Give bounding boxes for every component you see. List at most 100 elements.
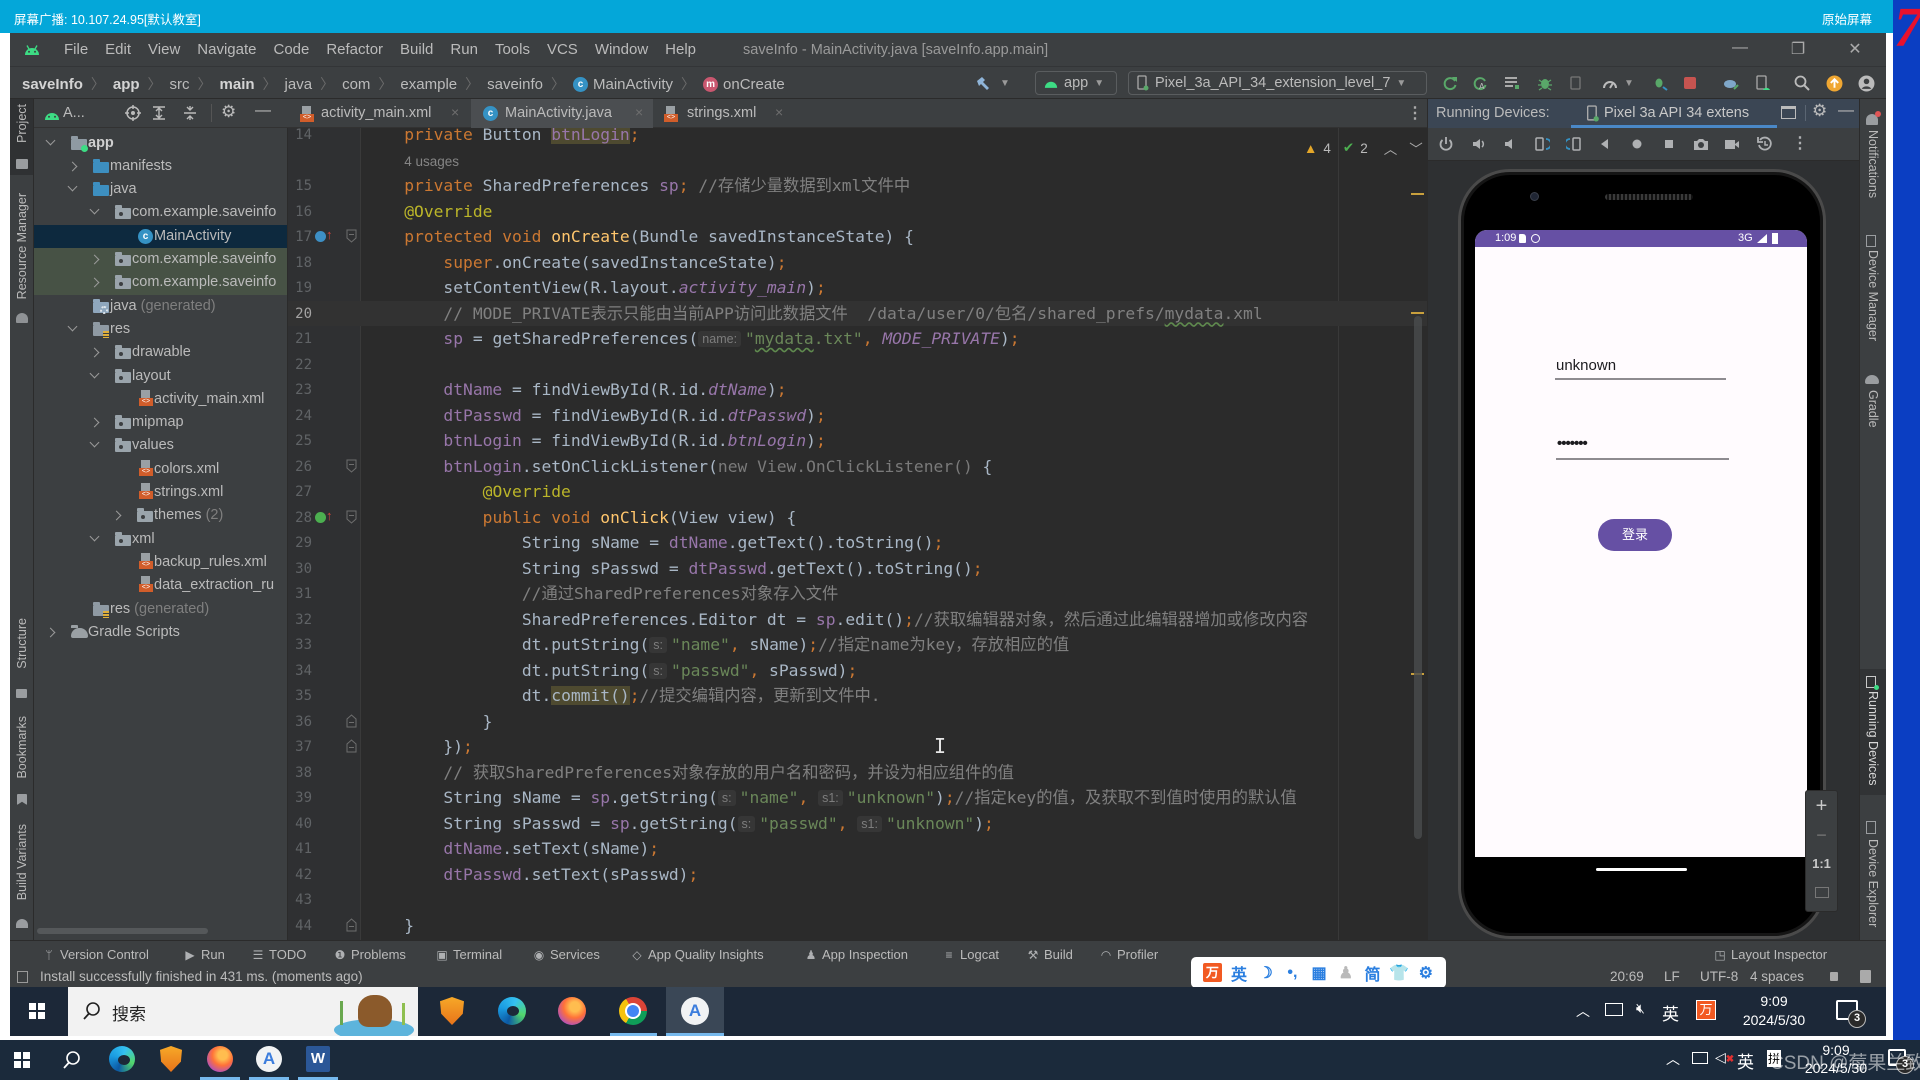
restore-button[interactable]: ❐	[1788, 39, 1808, 59]
more-tabs-icon[interactable]: ⋮	[1407, 103, 1423, 123]
code-line[interactable]: 22	[288, 352, 1427, 378]
tool-app-quality-insights[interactable]: ◇ App Quality Insights	[631, 947, 763, 962]
taskbar-search-box[interactable]: 搜索	[68, 987, 418, 1036]
code-line[interactable]: 20 // MODE_PRIVATE表示只能由当前APP访问此数据文件 /dat…	[288, 300, 1427, 326]
windows-start-icon[interactable]	[14, 1052, 30, 1068]
tree-item[interactable]: <> strings.xml	[34, 481, 287, 504]
breadcrumb-src[interactable]: src	[170, 76, 190, 93]
back-icon[interactable]	[1597, 136, 1613, 152]
code-line[interactable]: 44 }	[288, 913, 1427, 939]
fold-end-icon[interactable]	[346, 713, 357, 733]
tool-running-devices[interactable]: Running Devices	[1866, 691, 1880, 786]
word-icon[interactable]: W	[306, 1046, 330, 1072]
volume-muted-icon[interactable]: 🔇︎	[1636, 1000, 1645, 1017]
tool-windows-toggle-icon[interactable]	[17, 971, 28, 983]
actual-size-button[interactable]: 1:1	[1806, 849, 1837, 879]
security-app-icon[interactable]	[160, 1046, 182, 1072]
android-studio-taskbar-button[interactable]: A	[666, 987, 724, 1036]
tool-run[interactable]: ▶ Run	[184, 947, 224, 962]
power-icon[interactable]	[1438, 136, 1454, 152]
breadcrumb-oncreate[interactable]: onCreate	[723, 76, 785, 93]
tree-item[interactable]: <> backup_rules.xml	[34, 551, 287, 574]
tool-structure[interactable]: Structure	[15, 618, 29, 669]
tree-item[interactable]: mipmap	[34, 411, 287, 434]
sync-gradle-icon[interactable]	[1722, 74, 1740, 92]
chevron-down-icon[interactable]	[89, 204, 100, 215]
apply-changes-icon[interactable]: A	[1472, 74, 1488, 92]
make-project-dropdown-icon[interactable]: ▼	[1000, 74, 1010, 92]
code-line[interactable]: 33 dt.putString(s: "name", sName);//指定nam…	[288, 632, 1427, 658]
ime-script-toggle[interactable]: 简	[1359, 961, 1386, 985]
previous-highlight-icon[interactable]: ︿	[1384, 138, 1398, 158]
camera-icon[interactable]	[1693, 136, 1709, 152]
code-line[interactable]: 24 dtPasswd = findViewById(R.id.dtPasswd…	[288, 403, 1427, 429]
chevron-down-icon[interactable]	[89, 437, 100, 448]
expand-all-icon[interactable]	[151, 105, 167, 124]
tool-resource-manager[interactable]: Resource Manager	[15, 193, 29, 299]
tool-todo[interactable]: ☰ TODO	[252, 947, 307, 962]
memory-indicator-icon[interactable]	[1860, 970, 1871, 983]
ime-settings-icon[interactable]: ⚙	[1413, 963, 1440, 983]
code-line[interactable]: 4 usages	[288, 148, 1427, 174]
profile-icon[interactable]	[1602, 74, 1618, 92]
tool-terminal[interactable]: ▣ Terminal	[436, 947, 502, 962]
collapse-all-icon[interactable]	[182, 105, 198, 124]
hide-panel-icon[interactable]: —	[255, 102, 271, 120]
original-screen-button[interactable]: 原始屏幕	[1822, 9, 1872, 28]
breadcrumb-main[interactable]: main	[220, 76, 255, 93]
code-line[interactable]: 34 dt.putString(s: "passwd", sPasswd);	[288, 658, 1427, 684]
tool-services[interactable]: ◉ Services	[533, 947, 600, 962]
overview-icon[interactable]	[1661, 136, 1677, 152]
code-line[interactable]: 17 ↑ protected void onCreate(Bundle saved…	[288, 224, 1427, 250]
tab-activity-main-xml[interactable]: <> activity_main.xml ×	[288, 99, 468, 128]
tree-item[interactable]: themes (2)	[34, 504, 287, 527]
gesture-nav-handle[interactable]	[1596, 868, 1687, 871]
tool-problems[interactable]: ❶ Problems	[334, 947, 406, 962]
chevron-down-icon[interactable]	[67, 181, 78, 192]
horizontal-scrollbar[interactable]	[37, 928, 208, 934]
tree-item[interactable]: java	[34, 178, 287, 201]
tree-item[interactable]: com.example.saveinfo	[34, 248, 287, 272]
close-tab-icon[interactable]: ×	[775, 104, 783, 120]
menu-navigate[interactable]: Navigate	[197, 41, 256, 58]
code-line[interactable]: 36 }	[288, 709, 1427, 735]
chevron-down-icon[interactable]	[45, 135, 56, 145]
chrome-icon[interactable]	[619, 997, 647, 1025]
tree-item[interactable]: com.example.saveinfo	[34, 201, 287, 224]
ime-indicator[interactable]: 英	[1737, 1048, 1754, 1073]
menu-file[interactable]: File	[64, 41, 88, 58]
next-highlight-icon[interactable]: ﹀	[1409, 138, 1423, 158]
code-line[interactable]: 35 dt.commit();//提交编辑内容，更新到文件中.	[288, 683, 1427, 709]
menu-window[interactable]: Window	[595, 41, 648, 58]
chevron-right-icon[interactable]	[89, 417, 100, 428]
tree-item[interactable]: Gradle Scripts	[34, 621, 287, 644]
breadcrumb-app[interactable]: app	[113, 76, 140, 93]
tool-layout-inspector[interactable]: ◳ Layout Inspector	[1714, 947, 1827, 962]
vertical-scrollbar[interactable]	[1414, 316, 1422, 839]
username-field[interactable]: unknown	[1556, 357, 1616, 374]
menu-tools[interactable]: Tools	[495, 41, 530, 58]
fold-collapse-icon[interactable]	[346, 459, 357, 478]
window-mode-icon[interactable]	[1781, 106, 1796, 119]
tool-notifications[interactable]: Notifications	[1866, 130, 1880, 198]
chevron-down-icon[interactable]	[67, 321, 78, 332]
rotate-right-icon[interactable]	[1566, 136, 1582, 152]
ime-fullwidth-icon[interactable]: ☽	[1252, 963, 1279, 983]
code-line[interactable]: 41 dtName.setText(sName);	[288, 836, 1427, 862]
windows-start-icon[interactable]	[29, 1003, 45, 1019]
code-line[interactable]: 21 sp = getSharedPreferences(name: "mydat…	[288, 326, 1427, 352]
search-icon[interactable]	[1794, 74, 1810, 92]
fit-screen-button[interactable]	[1806, 879, 1837, 909]
code-line[interactable]: 42 dtPasswd.setText(sPasswd);	[288, 862, 1427, 888]
code-line[interactable]: 26 btnLogin.setOnClickListener(new View.…	[288, 454, 1427, 480]
device-manager-icon[interactable]	[1755, 74, 1771, 92]
edge-browser-icon[interactable]	[498, 997, 526, 1025]
scroll-warning-mark[interactable]	[1411, 193, 1424, 195]
system-clock[interactable]: 9:09 2024/5/30	[1738, 992, 1810, 1030]
code-line[interactable]: 28 ↑ public void onClick(View view) {	[288, 505, 1427, 531]
tool-profiler[interactable]: ◠ Profiler	[1100, 947, 1158, 962]
chevron-down-icon[interactable]	[89, 531, 100, 542]
implements-method-icon[interactable]: ↑	[315, 508, 333, 525]
device-screen[interactable]: 1:09 3G unknown ••••••• 登录	[1475, 230, 1807, 857]
breadcrumb-mainactivity[interactable]: MainActivity	[593, 76, 673, 93]
